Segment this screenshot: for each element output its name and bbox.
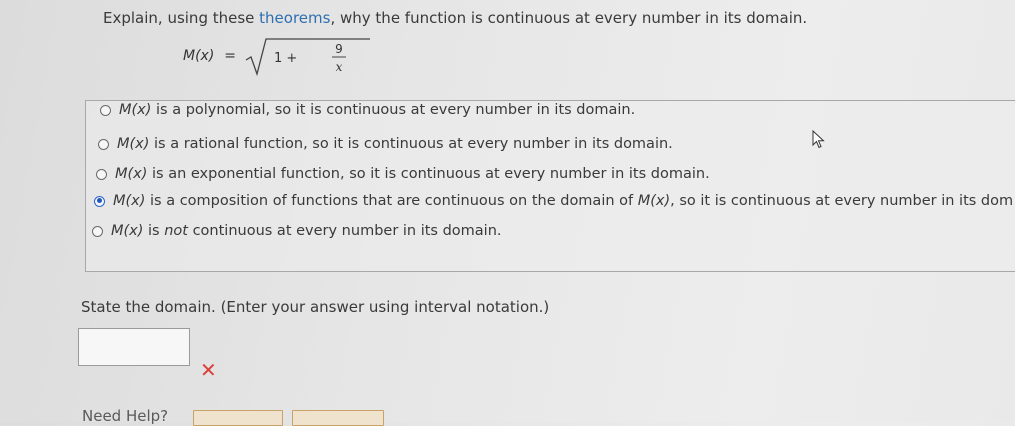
choice-text: is: [143, 223, 165, 239]
x-mark-icon: ✕: [200, 358, 217, 382]
question-part: , why the function is continuous at ever…: [330, 9, 808, 27]
choice-not-continuous[interactable]: M(x) is not continuous at every number i…: [92, 223, 502, 239]
need-help-label: Need Help?: [82, 407, 169, 425]
formula-lhs: M(x): [183, 48, 215, 64]
choice-text: is a polynomial, so it is continuous at …: [151, 102, 636, 118]
domain-question: State the domain. (Enter your answer usi…: [81, 298, 550, 316]
read-it-button[interactable]: [193, 410, 283, 426]
question-text: Explain, using these theorems, why the f…: [103, 9, 807, 27]
choice-text: is a composition of functions that are c…: [145, 193, 638, 209]
choices-panel: [85, 100, 1015, 272]
choice-label: M(x) is a composition of functions that …: [113, 193, 1013, 209]
choice-label: M(x) is not continuous at every number i…: [111, 223, 502, 239]
question-part: Explain, using these: [103, 9, 260, 27]
formula-equals: =: [224, 48, 237, 64]
domain-answer-input[interactable]: [78, 328, 190, 366]
function-formula: M(x) = 1 + 9 x: [183, 36, 374, 76]
choice-label: M(x) is an exponential function, so it i…: [115, 166, 710, 182]
choice-exponential[interactable]: M(x) is an exponential function, so it i…: [96, 166, 710, 182]
choice-label: M(x) is a rational function, so it is co…: [117, 136, 673, 152]
choice-text: is a rational function, so it is continu…: [149, 136, 673, 152]
function-name: M(x): [117, 136, 150, 152]
radio-button[interactable]: [96, 168, 107, 180]
choice-text: is an exponential function, so it is con…: [147, 166, 710, 182]
function-name: M(x): [113, 193, 146, 209]
choice-rational[interactable]: M(x) is a rational function, so it is co…: [98, 136, 673, 152]
function-name: M(x): [119, 102, 152, 118]
radio-button[interactable]: [98, 138, 109, 150]
theorems-link[interactable]: theorems: [259, 9, 330, 27]
mouse-cursor-icon: [812, 130, 825, 149]
radio-button[interactable]: [92, 225, 103, 237]
choice-label: M(x) is a polynomial, so it is continuou…: [119, 102, 635, 118]
choice-text: , so it is continuous at every number in…: [670, 193, 1014, 209]
emphasis-not: not: [164, 223, 188, 239]
choice-text: continuous at every number in its domain…: [187, 223, 502, 239]
watch-it-button[interactable]: [292, 410, 384, 426]
formula-one-plus: 1 +: [274, 51, 297, 66]
radio-button[interactable]: [100, 104, 111, 116]
function-name: M(x): [115, 166, 148, 182]
formula-denominator: x: [336, 60, 343, 74]
function-name: M(x): [111, 223, 144, 239]
formula-numerator: 9: [335, 42, 343, 56]
choice-polynomial[interactable]: M(x) is a polynomial, so it is continuou…: [100, 102, 635, 118]
square-root-expression: 1 + 9 x: [245, 38, 371, 76]
function-name: M(x): [637, 193, 671, 209]
radio-button-selected[interactable]: [94, 195, 105, 207]
choice-composition[interactable]: M(x) is a composition of functions that …: [94, 193, 1013, 209]
